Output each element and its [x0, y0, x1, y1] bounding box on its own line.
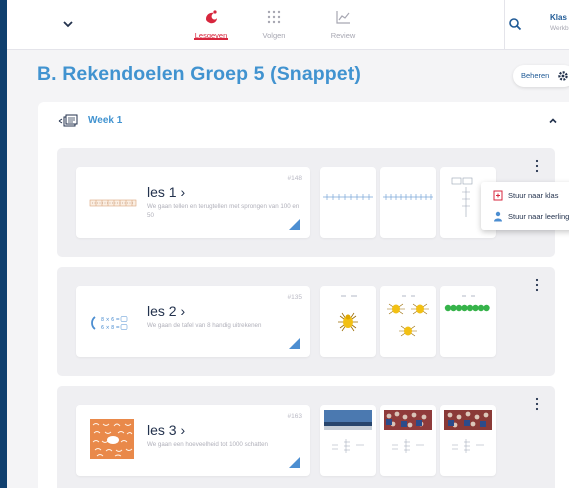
- lesgeven-icon: [206, 10, 217, 24]
- lesson-row: 8 × 6 = 6 × 8 = les 2 › We gaan de tafel…: [57, 267, 555, 376]
- page-title: B. Rekendoelen Groep 5 (Snappet): [37, 63, 361, 85]
- lesson-number: #135: [287, 294, 302, 301]
- estimate-dots-thumbnail: [90, 419, 134, 459]
- topbar-divider: [504, 0, 505, 50]
- menu-item-send-to-student[interactable]: Stuur naar leerling: [481, 206, 569, 228]
- class-subtitle: Werkb: [550, 25, 569, 32]
- exercise-thumbnail[interactable]: [320, 286, 376, 357]
- lesson-title[interactable]: les 1 ›: [147, 184, 185, 200]
- tab-volgen[interactable]: Volgen: [243, 8, 305, 40]
- week-panel: Week 1 les 1 › We gaan tellen en terugte…: [38, 102, 569, 488]
- spider-image: [387, 295, 429, 337]
- lesson-card[interactable]: les 3 › We gaan een hoeveelheid tot 1000…: [76, 405, 310, 476]
- spider-image: [338, 295, 358, 332]
- top-navigation-bar: Lesgeven Volgen Review Klas Werkb: [7, 0, 569, 50]
- active-tab-indicator: [194, 38, 228, 40]
- more-options-icon[interactable]: [534, 278, 540, 292]
- menu-item-label: Stuur naar klas: [508, 191, 559, 200]
- crowd-photo: [384, 410, 432, 453]
- menu-item-label: Stuur naar leerling: [508, 212, 569, 221]
- chart-icon: [336, 11, 350, 24]
- lesson-options-menu: Stuur naar klas Stuur naar leerling: [481, 182, 569, 230]
- exercise-thumbnail[interactable]: [380, 167, 436, 238]
- chevron-up-icon[interactable]: [548, 116, 558, 126]
- exercise-thumbnail[interactable]: [440, 405, 496, 476]
- send-class-icon: [493, 190, 503, 201]
- corner-triangle-icon: [289, 457, 300, 468]
- app-window: Lesgeven Volgen Review Klas Werkb B. Rek…: [7, 0, 569, 488]
- svg-text:8 × 6 =: 8 × 6 =: [101, 317, 120, 323]
- search-icon[interactable]: [508, 17, 522, 31]
- tab-review[interactable]: Review: [312, 8, 374, 40]
- gear-icon: [558, 71, 568, 81]
- lesson-description: We gaan een hoeveelheid tot 1000 schatte…: [147, 441, 268, 448]
- lesson-description: We gaan de tafel van 8 handig uitrekenen: [147, 322, 262, 329]
- lesson-card[interactable]: 8 × 6 = 6 × 8 = les 2 › We gaan de tafel…: [76, 286, 310, 357]
- grid-icon: [267, 10, 281, 24]
- lesson-stack-icon: [58, 114, 78, 127]
- number-line-image: [383, 194, 433, 200]
- tab-label: Review: [330, 31, 356, 40]
- lesson-description: We gaan tellen en terugtellen met sprong…: [147, 203, 300, 219]
- lesson-card[interactable]: les 1 › We gaan tellen en terugtellen me…: [76, 167, 310, 238]
- manage-button[interactable]: Beheren: [513, 65, 569, 87]
- exercise-thumbnail[interactable]: [320, 405, 376, 476]
- corner-triangle-icon: [289, 219, 300, 230]
- lesson-title[interactable]: les 2 ›: [147, 303, 185, 319]
- crowd-photo: [444, 410, 492, 453]
- tab-lesgeven[interactable]: Lesgeven: [180, 8, 242, 40]
- person-icon: [494, 211, 502, 222]
- exercise-thumbnail[interactable]: [380, 286, 436, 357]
- lesson-number: #148: [287, 175, 302, 182]
- exercise-thumbnail[interactable]: [320, 167, 376, 238]
- caterpillar-image: [444, 295, 490, 312]
- lesson-row: les 3 › We gaan een hoeveelheid tot 1000…: [57, 386, 555, 488]
- number-line-image: [323, 194, 373, 200]
- lesson-title[interactable]: les 3 ›: [147, 422, 185, 438]
- multiplication-thumbnail: 8 × 6 = 6 × 8 =: [91, 316, 128, 331]
- chevron-down-icon[interactable]: [61, 17, 75, 31]
- lesson-number: #163: [287, 413, 302, 420]
- more-options-icon[interactable]: [534, 159, 540, 173]
- corner-triangle-icon: [289, 338, 300, 349]
- svg-text:6 × 8 =: 6 × 8 =: [101, 325, 120, 331]
- exercise-thumbnail[interactable]: [440, 286, 496, 357]
- exercise-thumbnail[interactable]: [380, 405, 436, 476]
- class-selector[interactable]: Klas: [550, 13, 567, 22]
- tab-label: Volgen: [262, 31, 286, 40]
- number-line-thumbnail: [89, 199, 137, 207]
- week-title: Week 1: [88, 115, 123, 126]
- manage-label: Beheren: [521, 71, 550, 80]
- more-options-icon[interactable]: [534, 397, 540, 411]
- beach-photo: [324, 410, 372, 453]
- menu-item-send-to-class[interactable]: Stuur naar klas: [481, 185, 569, 207]
